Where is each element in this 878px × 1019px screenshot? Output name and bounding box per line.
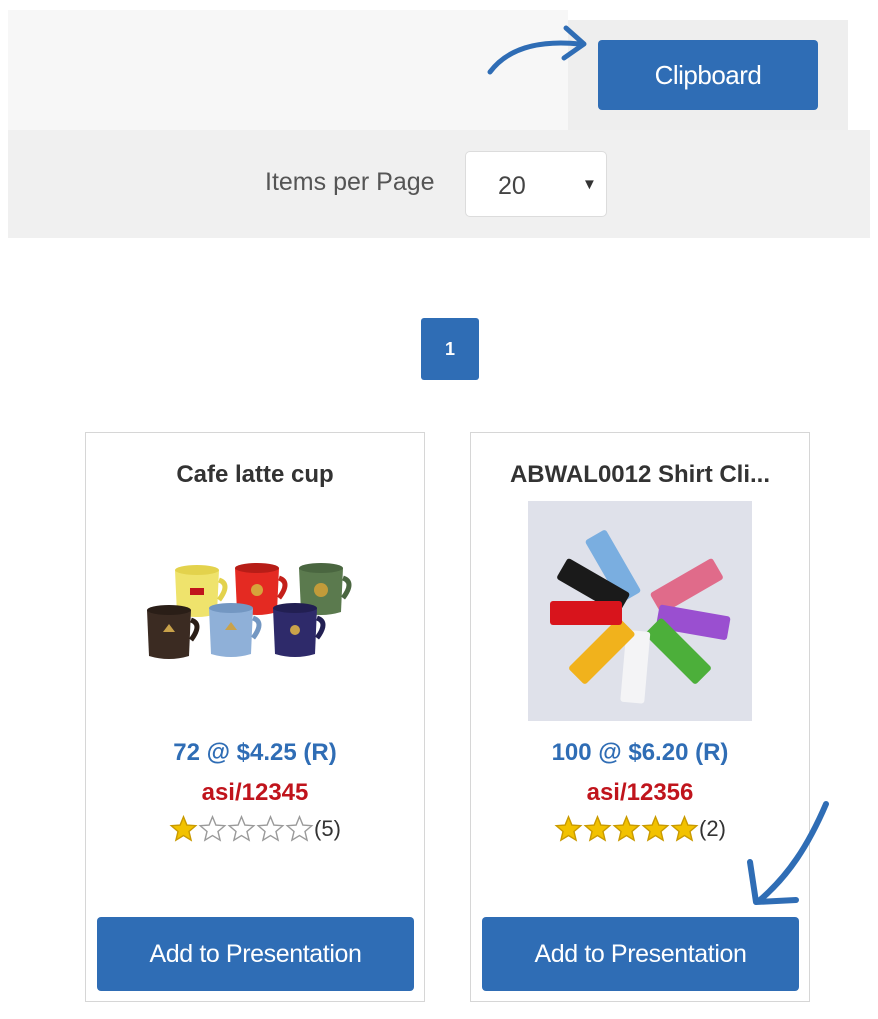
product-card: ABWAL0012 Shirt Cli... 100 @ $6.20 (R) a… [470,432,810,1002]
product-title[interactable]: Cafe latte cup [86,461,424,489]
curved-arrow-right-icon [487,25,587,75]
caret-down-icon: ▼ [582,176,597,193]
add-to-presentation-button[interactable]: Add to Presentation [97,917,414,991]
product-price: 100 @ $6.20 (R) [551,739,729,766]
star-icon [554,815,583,842]
product-image-usb-clips[interactable] [528,501,752,721]
star-icon [256,815,285,842]
star-icon [285,815,314,842]
arrow-down-left-icon [747,801,829,905]
items-per-page-value: 20 [498,172,526,200]
items-per-page-label: Items per Page [265,168,435,196]
add-to-presentation-button[interactable]: Add to Presentation [482,917,799,991]
star-icon [227,815,256,842]
review-count[interactable]: (5) [314,816,341,842]
star-rating [169,815,314,843]
star-icon [612,815,641,842]
star-icon [670,815,699,842]
product-price: 72 @ $4.25 (R) [173,739,337,766]
review-count[interactable]: (2) [699,816,726,842]
product-image-mugs[interactable] [135,528,375,718]
star-rating [554,815,699,843]
items-per-page-bar [8,130,870,238]
items-per-page-select[interactable]: 20 ▼ [465,151,607,217]
clipboard-button[interactable]: Clipboard [598,40,818,110]
product-rating: (5) [86,815,424,843]
star-icon [198,815,227,842]
star-icon [583,815,612,842]
product-card: Cafe latte cup 72 @ $4.25 (R) asi/12345 … [85,432,425,1002]
star-icon [641,815,670,842]
page-button-1[interactable]: 1 [421,318,479,380]
product-title[interactable]: ABWAL0012 Shirt Cli... [471,461,809,489]
product-code: asi/12345 [201,779,309,806]
star-icon [169,815,198,842]
